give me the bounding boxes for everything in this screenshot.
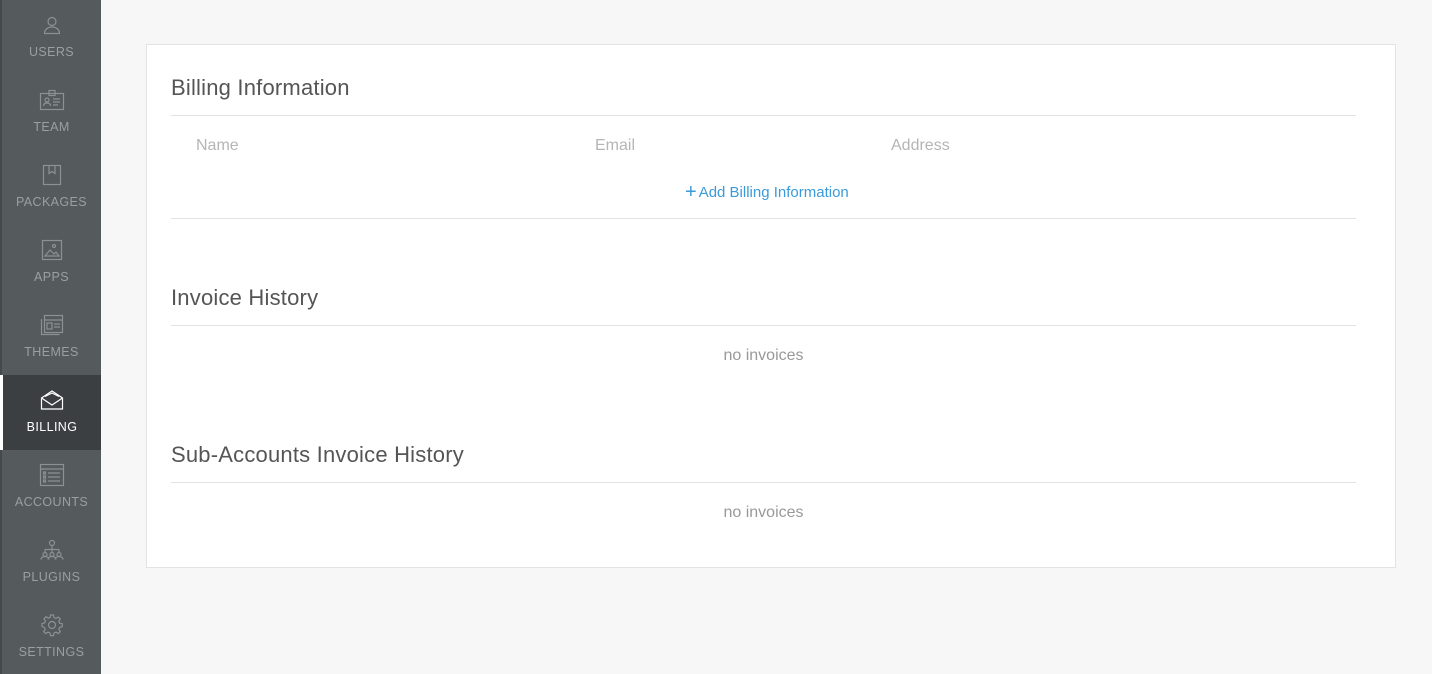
column-header-address: Address [891, 137, 950, 154]
image-icon [39, 239, 65, 261]
sidebar-item-themes[interactable]: THEMES [2, 300, 101, 375]
divider [171, 115, 1356, 116]
sidebar-item-apps[interactable]: APPS [2, 225, 101, 300]
package-icon [39, 164, 65, 186]
accounts-icon [39, 463, 65, 487]
sidebar-item-billing[interactable]: BILLING [0, 375, 101, 450]
plus-icon: + [685, 181, 697, 203]
sidebar-item-packages[interactable]: PACKAGES [2, 150, 101, 225]
column-header-name: Name [196, 137, 239, 154]
sidebar-item-label: TEAM [33, 120, 70, 134]
sidebar-item-label: ACCOUNTS [14, 495, 89, 509]
sidebar-item-team[interactable]: TEAM [2, 75, 101, 150]
column-header-email: Email [595, 137, 636, 154]
sidebar: USERS TEAM PACKAGES APPS THEMES BILLING [0, 0, 101, 674]
divider [171, 218, 1356, 219]
sidebar-item-settings[interactable]: SETTINGS [2, 600, 101, 674]
add-billing-info-link[interactable]: + Add Billing Information [685, 181, 849, 203]
invoice-history-title: Invoice History [171, 285, 319, 310]
sidebar-item-label: SETTINGS [18, 645, 85, 659]
sidebar-item-label: BILLING [26, 420, 78, 434]
sub-accounts-invoice-history-title: Sub-Accounts Invoice History [171, 442, 464, 467]
sidebar-item-label: PLUGINS [22, 570, 81, 584]
user-icon [39, 14, 65, 36]
divider [171, 482, 1356, 483]
invoice-empty-text: no invoices [723, 347, 804, 364]
sidebar-item-label: THEMES [24, 345, 79, 359]
sub-invoice-empty-text: no invoices [723, 504, 804, 521]
sidebar-item-label: PACKAGES [15, 195, 88, 209]
billing-info-title: Billing Information [171, 75, 350, 100]
sidebar-item-plugins[interactable]: PLUGINS [2, 525, 101, 600]
billing-icon [39, 389, 65, 411]
sidebar-item-label: USERS [28, 45, 75, 59]
gear-icon [39, 614, 65, 637]
plugins-icon [39, 539, 65, 561]
sidebar-item-users[interactable]: USERS [2, 0, 101, 75]
team-icon [39, 89, 65, 111]
add-billing-info-label: Add Billing Information [698, 184, 849, 201]
sidebar-item-label: APPS [34, 270, 69, 284]
divider [171, 325, 1356, 326]
sidebar-item-accounts[interactable]: ACCOUNTS [2, 450, 101, 525]
themes-icon [39, 314, 65, 336]
billing-panel: Billing Information Name Email Address +… [146, 44, 1396, 568]
